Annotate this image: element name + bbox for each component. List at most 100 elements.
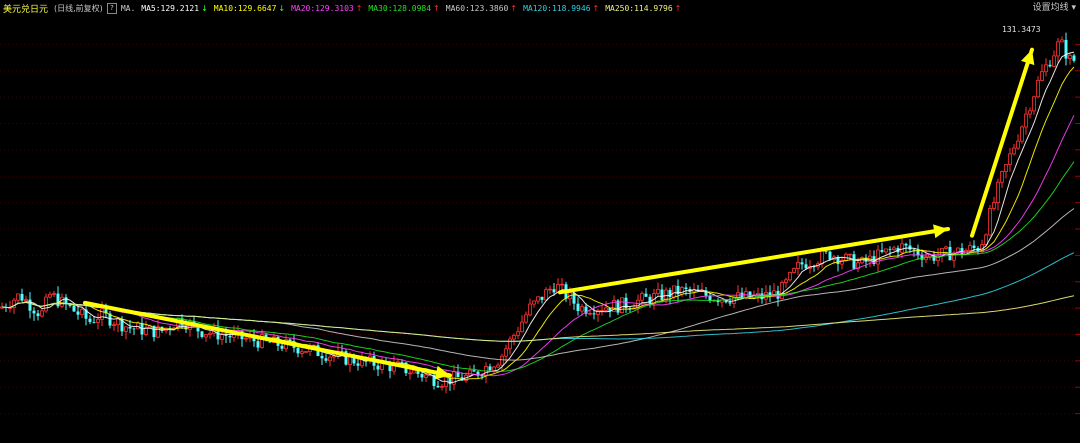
candle-body <box>644 293 648 297</box>
candle-body <box>728 302 732 304</box>
candle-body <box>996 181 1000 203</box>
candle-body <box>16 293 20 301</box>
candle-body <box>92 322 96 323</box>
candle-body <box>228 335 232 338</box>
candle-body <box>580 306 584 312</box>
candle-body <box>60 296 64 307</box>
candle-body <box>1052 55 1056 67</box>
candle-body <box>116 318 120 326</box>
candle-body <box>1024 113 1028 128</box>
candle-body <box>536 296 540 302</box>
candle-body <box>256 341 260 348</box>
ma-line-ma60 <box>1 208 1075 361</box>
candle-body <box>684 287 688 290</box>
candle-body <box>800 262 804 265</box>
candle-body <box>1032 96 1036 112</box>
candle-body <box>124 326 128 332</box>
candle-body <box>224 334 228 336</box>
candle-body <box>1048 64 1052 67</box>
candle-body <box>908 245 912 250</box>
grid <box>0 43 1080 415</box>
candle-body <box>1036 79 1040 98</box>
candle-body <box>1044 64 1048 73</box>
candle-body <box>788 271 792 281</box>
candle-body <box>204 334 208 338</box>
candle-body <box>500 355 504 366</box>
candle-body <box>44 296 48 312</box>
candle-body <box>528 303 532 316</box>
candle-body <box>296 347 300 354</box>
candle-body <box>592 313 596 315</box>
candle-body <box>1012 147 1016 155</box>
candle-body <box>1060 39 1064 43</box>
candle-body <box>280 345 284 349</box>
candle-body <box>804 264 808 269</box>
max-price-label: 131.3473 <box>1002 25 1041 34</box>
candle-body <box>576 303 580 312</box>
candle-body <box>40 310 44 317</box>
candle-body <box>424 374 428 378</box>
candle-body <box>468 369 472 376</box>
candle-body <box>672 285 676 298</box>
candles <box>0 32 1076 394</box>
candle-body <box>32 310 36 314</box>
candle-body <box>848 253 852 256</box>
candle-body <box>132 328 136 330</box>
candle-body <box>436 385 440 388</box>
candle-body <box>320 355 324 359</box>
candle-body <box>128 326 132 329</box>
candle-body <box>76 311 80 315</box>
candle-body <box>920 255 924 260</box>
candle-body <box>412 370 416 374</box>
candle-body <box>796 261 800 269</box>
candle-body <box>544 289 548 301</box>
candle-body <box>300 351 304 354</box>
candle-body <box>488 366 492 371</box>
candle-body <box>1064 39 1068 59</box>
candle-body <box>496 364 500 368</box>
candle-body <box>1072 55 1076 61</box>
candle-body <box>200 331 204 337</box>
candle-body <box>408 372 412 375</box>
candle-body <box>208 332 212 335</box>
candle-body <box>28 299 32 311</box>
candle-body <box>1028 110 1032 115</box>
candle-body <box>52 293 56 295</box>
candle-body <box>304 351 308 353</box>
candle-body <box>1056 41 1060 57</box>
candle-body <box>792 268 796 273</box>
candle-body <box>960 248 964 255</box>
candle-body <box>1068 55 1072 59</box>
candle-body <box>400 361 404 363</box>
candle-body <box>888 248 892 250</box>
candle-body <box>420 373 424 378</box>
candlestick-chart[interactable]: 131.3473 <box>0 0 1080 443</box>
candle-body <box>324 358 328 361</box>
ma-lines: 131.3473 <box>1 25 1075 384</box>
candle-body <box>1016 140 1020 149</box>
candle-body <box>892 247 896 251</box>
ma-line-ma20 <box>1 115 1075 377</box>
candle-body <box>1004 164 1008 172</box>
candle-body <box>992 202 996 209</box>
candle-body <box>660 289 664 301</box>
candle-body <box>24 299 28 302</box>
candle-body <box>512 334 516 340</box>
candle-body <box>376 365 380 370</box>
candle-body <box>100 308 104 320</box>
trend-arrow <box>83 300 452 378</box>
candle-body <box>820 250 824 265</box>
candle-body <box>988 208 992 236</box>
candle-body <box>588 313 592 315</box>
candle-body <box>640 293 644 301</box>
candle-body <box>480 375 484 377</box>
candle-body <box>648 296 652 304</box>
candle-body <box>504 348 508 357</box>
candle-body <box>244 337 248 340</box>
candle-body <box>972 245 976 249</box>
candle-body <box>664 289 668 301</box>
candle-body <box>80 309 84 316</box>
candle-body <box>440 385 444 388</box>
candle-body <box>112 324 116 326</box>
candle-body <box>828 251 832 260</box>
